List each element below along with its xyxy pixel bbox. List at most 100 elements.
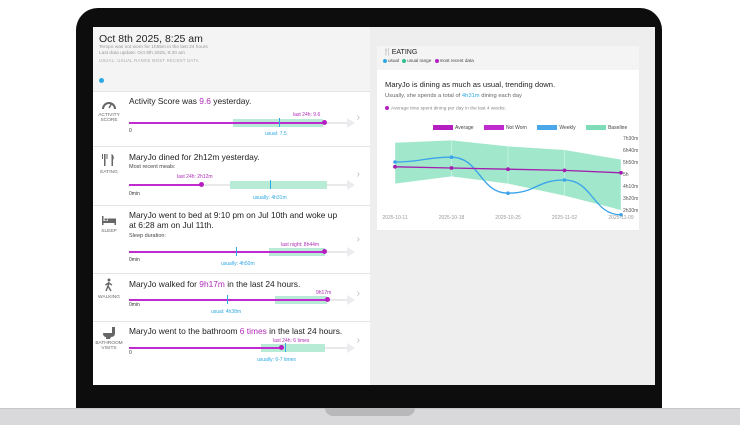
legend-not-worn: Not Worn (483, 125, 527, 131)
detail-subline: Usually, she spends a total of 4h31m din… (385, 93, 522, 99)
y-tick-label: 4h10m (623, 184, 638, 190)
activity-arrow (347, 118, 355, 128)
eating-chevron-icon[interactable]: › (357, 169, 360, 180)
eating-usual-range (230, 181, 327, 189)
legend-caption: USUAL, USUAL RANGE MOST RECENT DATA (99, 58, 199, 63)
range-legend-dot (402, 58, 407, 63)
detail-legend: usual usual range most recent data (383, 58, 633, 63)
eating-recent-bar (129, 184, 201, 186)
average-point (506, 167, 510, 172)
activity-recent-dot (322, 120, 327, 125)
eating-axis-zero: 0min (129, 191, 140, 197)
x-tick-label: 2025-10-11 (382, 215, 407, 221)
y-tick-label: 2h30m (623, 208, 638, 214)
sleep-usual-label: usually: 4h50m (221, 261, 255, 267)
detail-headline: MaryJo is dining as much as usual, trend… (385, 80, 556, 89)
bathroom-chevron-icon[interactable]: › (357, 335, 360, 346)
eating-subtitle: Most recent meals: (129, 164, 176, 170)
speedometer-icon (101, 98, 117, 112)
walking-card[interactable]: WALKING MaryJo walked for 9h17m in the l… (93, 273, 370, 321)
eating-card[interactable]: EATING MaryJo dined for 2h12m yesterday.… (93, 146, 370, 205)
x-tick-label: 2025-11-02 (552, 215, 577, 221)
sleep-title-line1: MaryJo went to bed at 9:10 pm on Jul 10t… (129, 210, 338, 220)
dining-chart: 7h30m 6h40m 5h50m 5h 4h10m 3h20m 2h30m 2025-10-… (382, 136, 638, 221)
walking-person-icon (101, 278, 117, 292)
x-tick-label: 2025-11-09 (608, 215, 633, 221)
activity-title: Activity Score was 9.6 yesterday. (129, 96, 252, 106)
bathroom-card[interactable]: BATHROOM VISITS MaryJo went to the bathr… (93, 321, 370, 385)
y-tick-label: 5h (623, 172, 629, 178)
sleep-recent-dot (322, 249, 327, 254)
y-tick-label: 7h30m (623, 136, 638, 142)
bathroom-recent-dot (279, 345, 284, 350)
bathroom-axis-zero: 0 (129, 350, 132, 356)
average-point (449, 166, 454, 170)
eating-recent-dot (199, 182, 204, 187)
eating-icon-label: EATING (100, 170, 118, 175)
legend-weekly: Weekly (537, 125, 576, 131)
sleep-recent-bar (129, 251, 325, 253)
bed-icon (101, 213, 117, 227)
utensils-icon (101, 153, 117, 167)
activity-axis-zero: 0 (129, 128, 132, 134)
activity-usual-label: usual: 7.5 (265, 131, 287, 137)
sleep-arrow (347, 247, 355, 257)
toilet-icon (101, 326, 117, 340)
weekly-point (506, 191, 510, 195)
average-point (562, 168, 567, 173)
detail-title: 🍴EATING (383, 49, 418, 56)
sleep-card[interactable]: SLEEP MaryJo went to bed at 9:10 pm on J… (93, 205, 370, 273)
activity-icon-label: ACTIVITY SCORE (98, 113, 120, 123)
bathroom-arrow (347, 343, 355, 353)
weekly-point (562, 178, 567, 182)
eating-detail-panel: 🍴EATING usual usual range most recent da… (377, 46, 639, 230)
walking-chevron-icon[interactable]: › (357, 288, 360, 299)
chart-legend: Average Not Worn Weekly Baseline (433, 125, 636, 131)
current-date: Oct 8th 2025, 8:25 am (99, 33, 203, 45)
laptop-notch (325, 408, 415, 416)
y-tick-label: 6h40m (623, 148, 638, 154)
walking-usual-label: usual: 4h38m (211, 309, 242, 315)
usual-legend-dot (383, 58, 387, 63)
legend-average: Average (433, 125, 474, 131)
bathroom-usual-tick (285, 343, 286, 352)
activity-chevron-icon[interactable]: › (357, 112, 360, 123)
activity-usual-tick (279, 118, 280, 127)
bathroom-recent-bar (129, 347, 281, 349)
walking-axis-zero: 0min (129, 302, 140, 308)
weekly-point (393, 160, 397, 164)
sleep-usual-tick (236, 247, 237, 256)
sleep-axis-zero: 0min (129, 257, 140, 263)
walking-title: MaryJo walked for 9h17m in the last 24 h… (129, 279, 301, 289)
last-update-note: Last data update: Oct 8th 2025, 8:30 am (99, 51, 185, 56)
sleep-subtitle: Sleep duration: (129, 233, 166, 239)
walking-recent-dot (325, 297, 330, 302)
app-screen: Oct 8th 2025, 8:25 am Tempo was not worn… (93, 27, 655, 385)
activity-recent-bar (129, 122, 324, 124)
x-tick-label: 2025-10-18 (439, 215, 465, 221)
chart-caption: Average time spent dining per day in the… (385, 106, 506, 111)
eating-usual-tick (270, 180, 271, 189)
utensils-icon: 🍴 (383, 49, 392, 56)
eating-recent-label: last 24h: 2h12m (177, 174, 213, 180)
activity-card[interactable]: ACTIVITY SCORE Activity Score was 9.6 ye… (93, 91, 370, 146)
status-dot (99, 78, 104, 83)
bathroom-title: MaryJo went to the bathroom 6 times in t… (129, 326, 343, 336)
y-tick-label: 3h20m (623, 196, 638, 202)
walking-arrow (347, 295, 355, 305)
x-tick-label: 2025-10-25 (495, 215, 521, 221)
legend-baseline: Baseline (586, 125, 627, 131)
weekly-point (449, 155, 454, 159)
y-tick-label: 5h50m (623, 160, 638, 166)
bathroom-icon-label: BATHROOM VISITS (95, 341, 123, 351)
walking-recent-bar (129, 299, 328, 301)
status-header: Oct 8th 2025, 8:25 am Tempo was not worn… (93, 27, 370, 91)
summary-panel: Oct 8th 2025, 8:25 am Tempo was not worn… (93, 27, 370, 385)
sleep-chevron-icon[interactable]: › (357, 234, 360, 245)
bathroom-usual-label: usually: 6-7 times (257, 357, 296, 363)
sleep-icon-label: SLEEP (101, 229, 117, 234)
detail-header: 🍴EATING usual usual range most recent da… (377, 46, 639, 70)
activity-recent-label: last 24h: 9.6 (293, 112, 321, 118)
average-point (393, 164, 397, 169)
sleep-title-line2: at 6:28 am on Jul 11th. (129, 220, 214, 230)
